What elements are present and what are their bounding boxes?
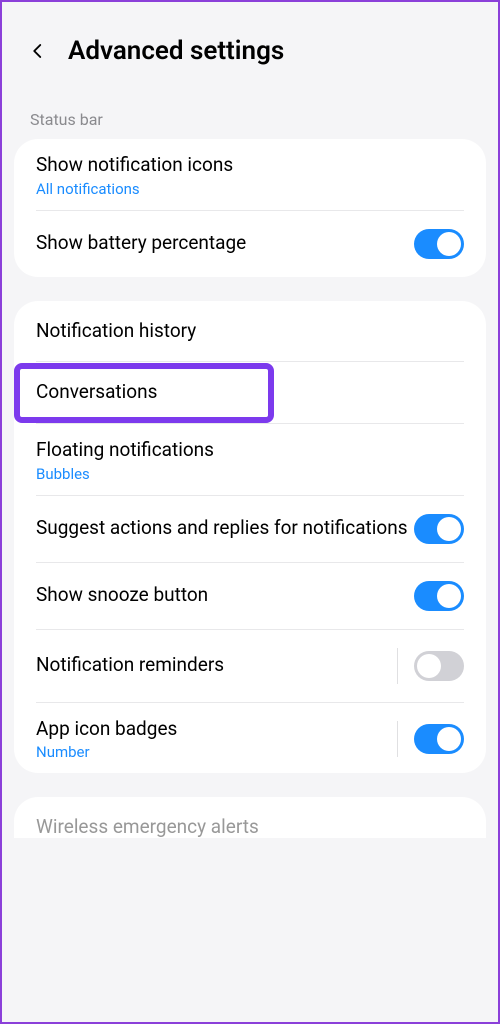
row-title: Show snooze button (36, 583, 414, 608)
row-title: App icon badges (36, 717, 397, 742)
row-title: Notification reminders (36, 653, 397, 678)
row-subtitle: Number (36, 743, 397, 761)
row-title: Show notification icons (36, 153, 464, 178)
row-subtitle: Bubbles (36, 465, 464, 483)
row-title: Floating notifications (36, 438, 464, 463)
row-suggest-actions[interactable]: Suggest actions and replies for notifica… (14, 496, 486, 562)
row-title: Suggest actions and replies for notifica… (36, 516, 414, 541)
toggle-snooze[interactable] (414, 581, 464, 611)
back-icon[interactable] (26, 39, 50, 63)
row-title: Show battery percentage (36, 231, 414, 256)
header: Advanced settings (8, 8, 492, 76)
row-title: Conversations (36, 380, 464, 405)
vertical-divider (397, 648, 398, 684)
toggle-app-icon-badges[interactable] (414, 724, 464, 754)
row-floating-notifications[interactable]: Floating notifications Bubbles (14, 424, 486, 495)
row-title: Wireless emergency alerts (36, 815, 464, 838)
notifications-card: Notification history Conversations Float… (14, 301, 486, 774)
toggle-battery-percentage[interactable] (414, 229, 464, 259)
page-title: Advanced settings (68, 36, 284, 66)
row-notification-reminders[interactable]: Notification reminders (14, 630, 486, 702)
row-title: Notification history (36, 319, 464, 344)
status-bar-card: Show notification icons All notification… (14, 139, 486, 277)
toggle-notification-reminders[interactable] (414, 651, 464, 681)
vertical-divider (397, 721, 398, 757)
row-wireless-emergency[interactable]: Wireless emergency alerts (14, 797, 486, 838)
section-label-status-bar: Status bar (8, 76, 492, 139)
row-notification-history[interactable]: Notification history (14, 301, 486, 362)
row-show-notification-icons[interactable]: Show notification icons All notification… (14, 139, 486, 210)
toggle-suggest-actions[interactable] (414, 514, 464, 544)
row-show-battery-percentage[interactable]: Show battery percentage (14, 211, 486, 277)
row-app-icon-badges[interactable]: App icon badges Number (14, 703, 486, 774)
row-subtitle: All notifications (36, 180, 464, 198)
row-show-snooze[interactable]: Show snooze button (14, 563, 486, 629)
row-conversations[interactable]: Conversations (14, 362, 486, 423)
